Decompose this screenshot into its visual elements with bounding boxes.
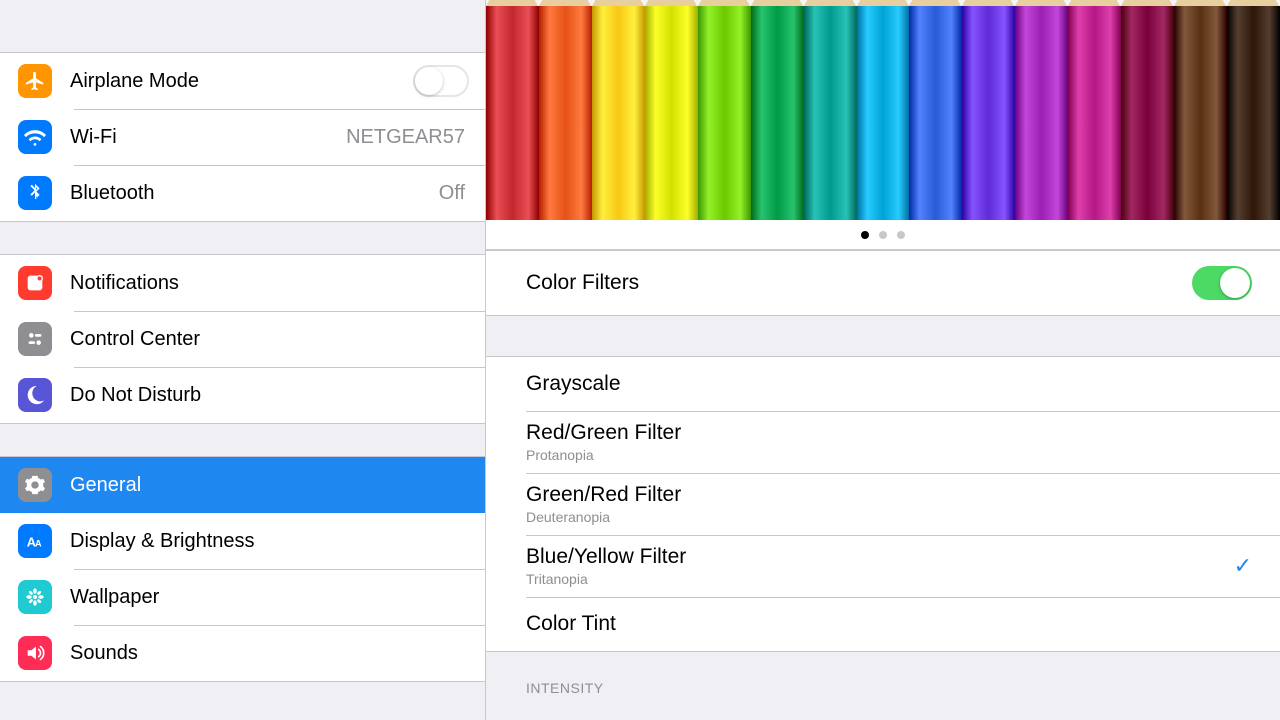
filter-title: Color Tint — [526, 612, 1252, 636]
pencil — [1174, 0, 1227, 220]
sidebar-item-bluetooth[interactable]: Bluetooth Off — [0, 165, 485, 221]
sidebar-item-control-center[interactable]: Control Center — [0, 311, 485, 367]
filter-option[interactable]: Red/Green Filter Protanopia — [486, 411, 1280, 473]
filter-title: Blue/Yellow Filter — [526, 545, 1234, 569]
pencil — [1068, 0, 1121, 220]
airplane-mode-toggle[interactable] — [413, 65, 469, 97]
wifi-icon — [18, 120, 52, 154]
sidebar-item-label: Sounds — [70, 642, 469, 665]
color-sample-pencils[interactable] — [486, 0, 1280, 220]
notifications-icon — [18, 266, 52, 300]
sidebar-item-general[interactable]: General — [0, 457, 485, 513]
sidebar-item-label: Airplane Mode — [70, 70, 413, 93]
sidebar-item-label: General — [70, 474, 469, 497]
filter-subtitle: Protanopia — [526, 447, 1252, 463]
sidebar-item-value: NETGEAR57 — [346, 126, 465, 149]
sidebar-item-do-not-disturb[interactable]: Do Not Disturb — [0, 367, 485, 423]
intensity-section-label: INTENSITY — [486, 652, 1280, 702]
filter-option[interactable]: Color Tint — [486, 597, 1280, 651]
pencil — [857, 0, 910, 220]
filter-title: Grayscale — [526, 372, 1252, 396]
moon-icon — [18, 378, 52, 412]
sidebar-item-notifications[interactable]: Notifications — [0, 255, 485, 311]
svg-text:A: A — [35, 539, 42, 549]
gear-icon — [18, 468, 52, 502]
page-dot[interactable] — [879, 231, 887, 239]
sidebar-item-label: Wi-Fi — [70, 126, 346, 149]
detail-pane: Color Filters Grayscale Red/Green Filter P… — [486, 0, 1280, 720]
sidebar-item-sounds[interactable]: Sounds — [0, 625, 485, 681]
pencil — [539, 0, 592, 220]
filter-subtitle: Tritanopia — [526, 571, 1234, 587]
bluetooth-icon — [18, 176, 52, 210]
sidebar-group-connectivity: Airplane Mode Wi-Fi NETGEAR57 Bluetooth … — [0, 52, 485, 222]
text-size-icon: AA — [18, 524, 52, 558]
color-filters-toggle[interactable] — [1192, 266, 1252, 300]
pencil — [486, 0, 539, 220]
sidebar-item-label: Control Center — [70, 328, 469, 351]
control-center-icon — [18, 322, 52, 356]
pencil — [1227, 0, 1280, 220]
pencil — [751, 0, 804, 220]
sidebar-item-airplane-mode[interactable]: Airplane Mode — [0, 53, 485, 109]
sidebar-item-wallpaper[interactable]: Wallpaper — [0, 569, 485, 625]
pencil — [909, 0, 962, 220]
color-filters-toggle-group: Color Filters — [486, 250, 1280, 316]
pencil — [962, 0, 1015, 220]
pencil — [804, 0, 857, 220]
filter-option[interactable]: Blue/Yellow Filter Tritanopia✓ — [486, 535, 1280, 597]
filter-option[interactable]: Grayscale — [486, 357, 1280, 411]
sidebar-item-label: Wallpaper — [70, 586, 469, 609]
pencil — [592, 0, 645, 220]
settings-sidebar: Airplane Mode Wi-Fi NETGEAR57 Bluetooth … — [0, 0, 486, 720]
page-dot[interactable] — [897, 231, 905, 239]
filter-option[interactable]: Green/Red Filter Deuteranopia — [486, 473, 1280, 535]
pencil — [1015, 0, 1068, 220]
sidebar-item-label: Display & Brightness — [70, 530, 469, 553]
airplane-icon — [18, 64, 52, 98]
filter-title: Green/Red Filter — [526, 483, 1252, 507]
pencil — [645, 0, 698, 220]
sidebar-group-alerts: Notifications Control Center Do Not Dist… — [0, 254, 485, 424]
color-filters-row[interactable]: Color Filters — [486, 251, 1280, 315]
sidebar-group-device: General AA Display & Brightness Wallpape… — [0, 456, 485, 682]
sidebar-item-wifi[interactable]: Wi-Fi NETGEAR57 — [0, 109, 485, 165]
filter-title: Red/Green Filter — [526, 421, 1252, 445]
speaker-icon — [18, 636, 52, 670]
row-title: Color Filters — [526, 271, 1192, 295]
page-indicator[interactable] — [486, 220, 1280, 250]
sidebar-item-display-brightness[interactable]: AA Display & Brightness — [0, 513, 485, 569]
sidebar-item-label: Bluetooth — [70, 182, 439, 205]
filter-options-group: Grayscale Red/Green Filter Protanopia Green… — [486, 356, 1280, 652]
page-dot[interactable] — [861, 231, 869, 239]
pencil — [698, 0, 751, 220]
sidebar-item-label: Notifications — [70, 272, 469, 295]
flower-icon — [18, 580, 52, 614]
sidebar-item-value: Off — [439, 182, 465, 205]
search-input[interactable] — [8, 0, 477, 10]
pencil — [1121, 0, 1174, 220]
checkmark-icon: ✓ — [1234, 553, 1252, 579]
filter-subtitle: Deuteranopia — [526, 509, 1252, 525]
sidebar-item-label: Do Not Disturb — [70, 384, 469, 407]
